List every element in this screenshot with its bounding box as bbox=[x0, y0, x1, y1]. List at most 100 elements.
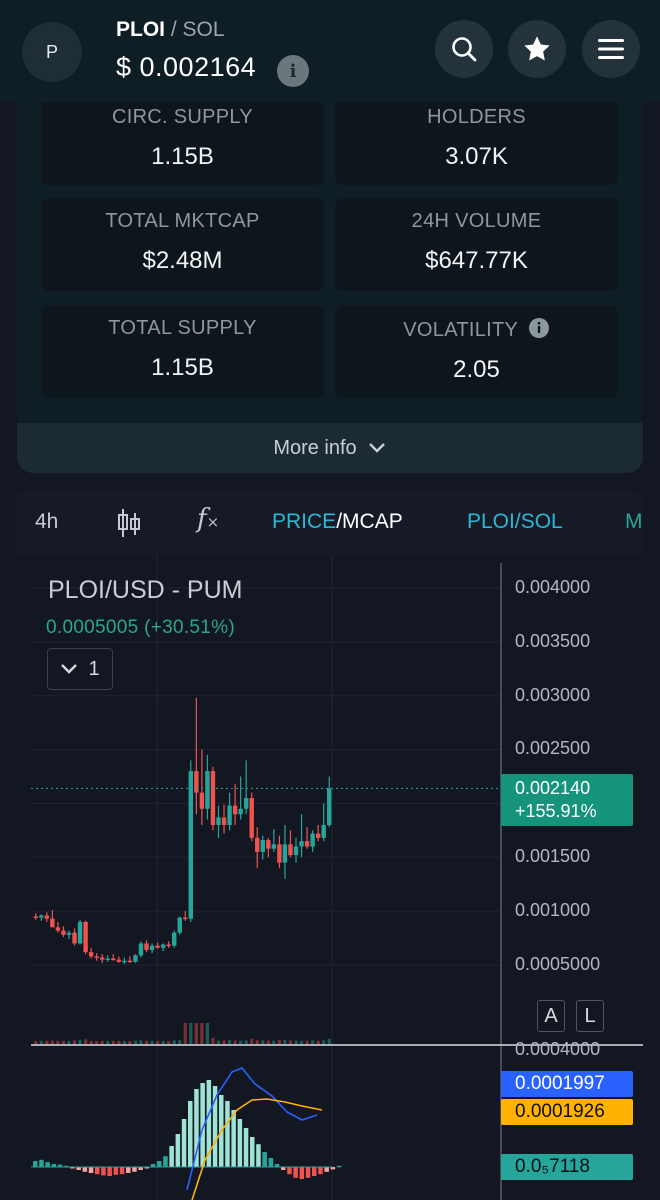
volume-bar bbox=[189, 1023, 193, 1045]
candle-body bbox=[127, 960, 133, 963]
more-info-label: More info bbox=[273, 436, 357, 459]
macd-histogram-bar bbox=[126, 1167, 131, 1173]
stat-label: HOLDERS bbox=[427, 106, 526, 128]
candle-body bbox=[144, 943, 149, 950]
candle-body bbox=[111, 958, 116, 961]
star-icon bbox=[524, 36, 550, 61]
macd-histogram-bar bbox=[250, 1137, 255, 1167]
pair-name[interactable]: PLOI / SOL bbox=[116, 18, 225, 42]
candle-body bbox=[61, 930, 66, 935]
price-axis-tick-label: 0.001000 bbox=[515, 900, 591, 920]
last-price-value: 0.002140 bbox=[515, 778, 591, 798]
candle-body bbox=[138, 943, 144, 956]
candle-body bbox=[310, 833, 315, 847]
volume-bar bbox=[250, 1038, 254, 1045]
price-axis-tick-label: 0.004000 bbox=[515, 577, 591, 597]
macd-histogram-bar bbox=[293, 1167, 298, 1178]
price-chart[interactable]: 4h f× PRICE/MCAP PLOI/SOL M PLOI/USD - P… bbox=[17, 490, 643, 1200]
volume-bar bbox=[200, 1023, 204, 1045]
candle-body bbox=[188, 771, 194, 919]
info-icon[interactable] bbox=[528, 317, 550, 339]
log-scale-button[interactable]: L bbox=[576, 1000, 604, 1032]
stat-label: TOTAL SUPPLY bbox=[108, 317, 257, 339]
macd-histogram-bar bbox=[157, 1161, 162, 1167]
candle-body bbox=[160, 944, 166, 948]
candle-body bbox=[210, 771, 216, 825]
current-price: $ 0.002164 bbox=[116, 52, 257, 82]
candle-body bbox=[149, 945, 155, 950]
macd-histogram-bar bbox=[299, 1167, 305, 1179]
app-header: P PLOI / SOL $ 0.002164 i bbox=[0, 0, 660, 102]
macd-histogram-bar bbox=[107, 1167, 112, 1176]
macd-histogram-bar bbox=[243, 1128, 249, 1167]
stat-value: $647.77K bbox=[425, 247, 528, 274]
macd-histogram-bar bbox=[237, 1119, 243, 1167]
candle-body bbox=[277, 844, 282, 863]
macd-histogram-bar bbox=[101, 1167, 106, 1176]
stat-24h-volume: 24H VOLUME $647.77K bbox=[335, 198, 618, 291]
macd-histogram-bar bbox=[169, 1146, 174, 1167]
stat-volatility: VOLATILITY 2.05 bbox=[335, 305, 618, 398]
volatility-label: VOLATILITY bbox=[403, 319, 518, 341]
volume-bar bbox=[84, 1039, 88, 1045]
stat-label: TOTAL MKTCAP bbox=[105, 210, 260, 232]
candle-body bbox=[66, 932, 72, 935]
candle-body bbox=[227, 805, 232, 825]
search-icon bbox=[452, 37, 477, 62]
volume-bar bbox=[327, 1038, 331, 1045]
price-axis-tick-label: 0.0005000 bbox=[515, 954, 601, 974]
macd-histogram-bar bbox=[119, 1167, 125, 1175]
chart-title: PLOI/USD - PUM bbox=[48, 576, 243, 604]
quote-symbol: SOL bbox=[182, 18, 225, 41]
candle-body bbox=[39, 915, 44, 918]
chevron-down-icon bbox=[61, 664, 78, 674]
macd-histogram-bar bbox=[318, 1167, 323, 1175]
signal-value-tag: 0.0001926 bbox=[501, 1099, 633, 1125]
stat-value: 1.15B bbox=[151, 143, 214, 170]
pair-separator: / bbox=[165, 18, 183, 41]
macd-value-tag: 0.0001997 bbox=[501, 1071, 633, 1097]
candle-body bbox=[293, 846, 299, 856]
stat-value: 1.15B bbox=[151, 354, 214, 381]
candle-body bbox=[199, 792, 205, 809]
stat-value: $2.48M bbox=[142, 247, 223, 274]
candle-body bbox=[116, 959, 122, 962]
menu-button[interactable] bbox=[582, 20, 640, 78]
macd-histogram-bar bbox=[39, 1159, 44, 1167]
more-info-button[interactable]: More info bbox=[17, 423, 643, 473]
collapse-indicators-button[interactable]: 1 bbox=[47, 648, 113, 690]
macd-histogram-bar bbox=[88, 1167, 94, 1173]
search-button[interactable] bbox=[435, 20, 493, 78]
candle-body bbox=[171, 932, 177, 946]
stat-circ-supply: CIRC. SUPPLY 1.15B bbox=[41, 100, 324, 185]
volume-bar bbox=[78, 1039, 82, 1045]
favorite-button[interactable] bbox=[508, 20, 566, 78]
macd-histogram-bar bbox=[336, 1165, 342, 1168]
candle-body bbox=[271, 844, 277, 849]
candle-body bbox=[72, 932, 77, 944]
candle-body bbox=[183, 917, 188, 920]
stat-total-mktcap: TOTAL MKTCAP $2.48M bbox=[41, 198, 324, 291]
candle-body bbox=[88, 952, 94, 957]
candle-body bbox=[55, 927, 61, 931]
hamburger-icon bbox=[598, 39, 624, 59]
histogram-value-tag: 0.0₅7118 bbox=[501, 1154, 633, 1180]
chart-change: 0.0005005 (+30.51%) bbox=[46, 617, 235, 638]
macd-histogram-bar bbox=[312, 1167, 317, 1176]
info-icon[interactable]: i bbox=[277, 55, 309, 87]
candle-body bbox=[83, 921, 88, 953]
auto-scale-button[interactable]: A bbox=[537, 1000, 565, 1032]
candle-body bbox=[77, 921, 83, 944]
candle-body bbox=[282, 844, 288, 863]
macd-histogram-bar bbox=[188, 1101, 193, 1167]
token-stats-panel: CIRC. SUPPLY 1.15B HOLDERS 3.07K TOTAL M… bbox=[17, 100, 643, 473]
candle-body bbox=[260, 840, 265, 852]
macd-histogram-bar bbox=[324, 1167, 329, 1172]
volume-bar bbox=[211, 1038, 215, 1045]
macd-histogram-bar bbox=[113, 1167, 119, 1175]
candle-body bbox=[315, 833, 321, 838]
last-price-change: +155.91% bbox=[515, 801, 597, 821]
macd-histogram-bar bbox=[287, 1167, 292, 1175]
volume-bar bbox=[227, 1039, 232, 1045]
token-avatar[interactable]: P bbox=[22, 22, 82, 82]
